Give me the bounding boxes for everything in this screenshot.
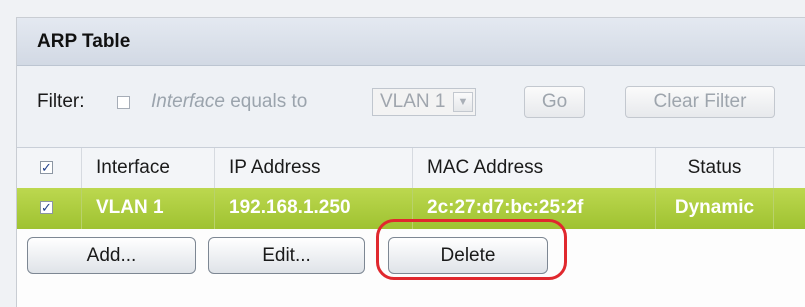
row-select-cell: ✓: [17, 188, 82, 229]
checkmark-icon: ✓: [41, 160, 52, 175]
filter-bar: Filter: Interface equals to VLAN 1 ▼ Go …: [17, 66, 805, 148]
filter-condition: equals to: [224, 91, 308, 112]
cell-ip-address: 192.168.1.250: [215, 188, 413, 229]
select-all-checkbox[interactable]: ✓: [40, 161, 53, 174]
cell-status: Dynamic: [656, 188, 774, 229]
cell-mac-address: 2c:27:d7:bc:25:2f: [413, 188, 656, 229]
delete-button[interactable]: Delete: [388, 237, 548, 274]
interface-select[interactable]: VLAN 1 ▼: [372, 88, 476, 116]
column-header-status[interactable]: Status: [656, 148, 774, 188]
clear-filter-button[interactable]: Clear Filter: [625, 86, 775, 118]
column-header-interface[interactable]: Interface: [82, 148, 215, 188]
filter-label: Filter:: [37, 91, 85, 112]
checkmark-icon: ✓: [41, 200, 52, 215]
column-header-mac-address[interactable]: MAC Address: [413, 148, 656, 188]
add-button[interactable]: Add...: [27, 237, 196, 274]
filter-description: Interface equals to: [151, 91, 307, 113]
table-row[interactable]: ✓ VLAN 1 192.168.1.250 2c:27:d7:bc:25:2f…: [17, 188, 805, 229]
column-header-ip-address[interactable]: IP Address: [215, 148, 413, 188]
cell-interface: VLAN 1: [82, 188, 215, 229]
table-header: ✓ Interface IP Address MAC Address Statu…: [17, 148, 805, 189]
filter-field-name: Interface: [151, 91, 225, 112]
action-bar: Add... Edit... Delete: [17, 229, 805, 281]
select-all-cell: ✓: [17, 148, 82, 188]
interface-select-value: VLAN 1: [380, 91, 446, 112]
edit-button[interactable]: Edit...: [208, 237, 365, 274]
chevron-down-icon[interactable]: ▼: [453, 92, 473, 112]
row-checkbox[interactable]: ✓: [40, 201, 53, 214]
panel-title: ARP Table: [17, 18, 805, 66]
filter-checkbox[interactable]: [117, 96, 130, 109]
arp-table-panel: ARP Table Filter: Interface equals to VL…: [16, 17, 805, 307]
go-button[interactable]: Go: [524, 86, 585, 118]
